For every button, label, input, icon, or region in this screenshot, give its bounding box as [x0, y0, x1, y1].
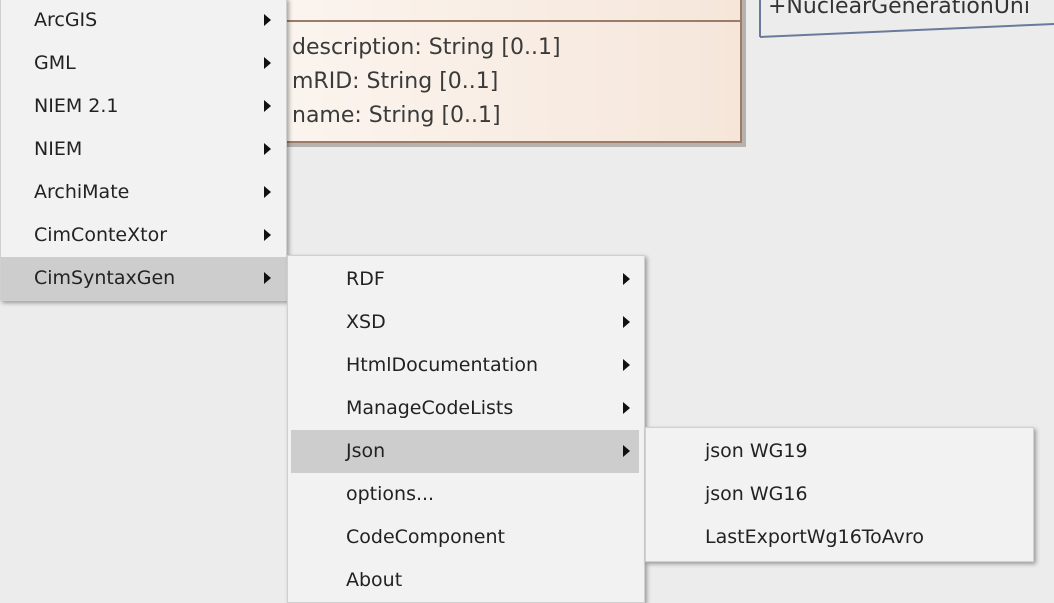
menu-item-niem[interactable]: NIEM [1, 128, 286, 171]
menu-item-xsd[interactable]: XSD [288, 301, 644, 344]
submenu-arrow-icon [264, 57, 271, 69]
menu-item-about[interactable]: About [288, 559, 644, 602]
submenu-arrow-icon [623, 402, 630, 414]
menu-item-json-wg19[interactable]: json WG19 [646, 430, 1033, 473]
menu-item-cimsyntaxgen[interactable]: CimSyntaxGen [1, 257, 286, 300]
cimsyntaxgen-submenu: RDF XSD HtmlDocumentation ManageCodeList… [287, 255, 645, 603]
menu-item-codecomponent[interactable]: CodeComponent [288, 516, 644, 559]
submenu-arrow-icon [264, 186, 271, 198]
extensions-menu: ArcGIS GML NIEM 2.1 NIEM ArchiMate CimCo… [0, 0, 287, 301]
menu-item-archimate[interactable]: ArchiMate [1, 171, 286, 214]
menu-item-htmldocumentation[interactable]: HtmlDocumentation [288, 344, 644, 387]
submenu-arrow-icon [264, 100, 271, 112]
submenu-arrow-icon [264, 229, 271, 241]
attribute-name: name: String [0..1] [292, 103, 501, 128]
submenu-arrow-icon [623, 316, 630, 328]
menu-item-rdf[interactable]: RDF [288, 258, 644, 301]
menu-item-lastexport-wg16-to-avro[interactable]: LastExportWg16ToAvro [646, 516, 1033, 559]
compartment-divider [274, 20, 740, 22]
submenu-arrow-icon [264, 14, 271, 26]
menu-item-json[interactable]: Json [291, 430, 639, 473]
menu-item-cimcontextor[interactable]: CimConteXtor [1, 214, 286, 257]
association-role-label: +NuclearGenerationUni [768, 0, 1030, 19]
menu-item-arcgis[interactable]: ArcGIS [1, 0, 286, 42]
submenu-arrow-icon [623, 445, 630, 457]
menu-item-niem-2-1[interactable]: NIEM 2.1 [1, 85, 286, 128]
attribute-list: description: String [0..1] mRID: String … [292, 31, 561, 133]
submenu-arrow-icon [623, 273, 630, 285]
submenu-arrow-icon [264, 143, 271, 155]
menu-item-managecodelists[interactable]: ManageCodeLists [288, 387, 644, 430]
attribute-description: description: String [0..1] [292, 35, 561, 60]
menu-item-gml[interactable]: GML [1, 42, 286, 85]
menu-item-options[interactable]: options... [288, 473, 644, 516]
json-submenu: json WG19 json WG16 LastExportWg16ToAvro [645, 427, 1034, 562]
menu-item-json-wg16[interactable]: json WG16 [646, 473, 1033, 516]
attribute-mrid: mRID: String [0..1] [292, 69, 499, 94]
submenu-arrow-icon [623, 359, 630, 371]
submenu-arrow-icon [264, 272, 271, 284]
uml-class-box[interactable]: description: String [0..1] mRID: String … [272, 0, 742, 143]
